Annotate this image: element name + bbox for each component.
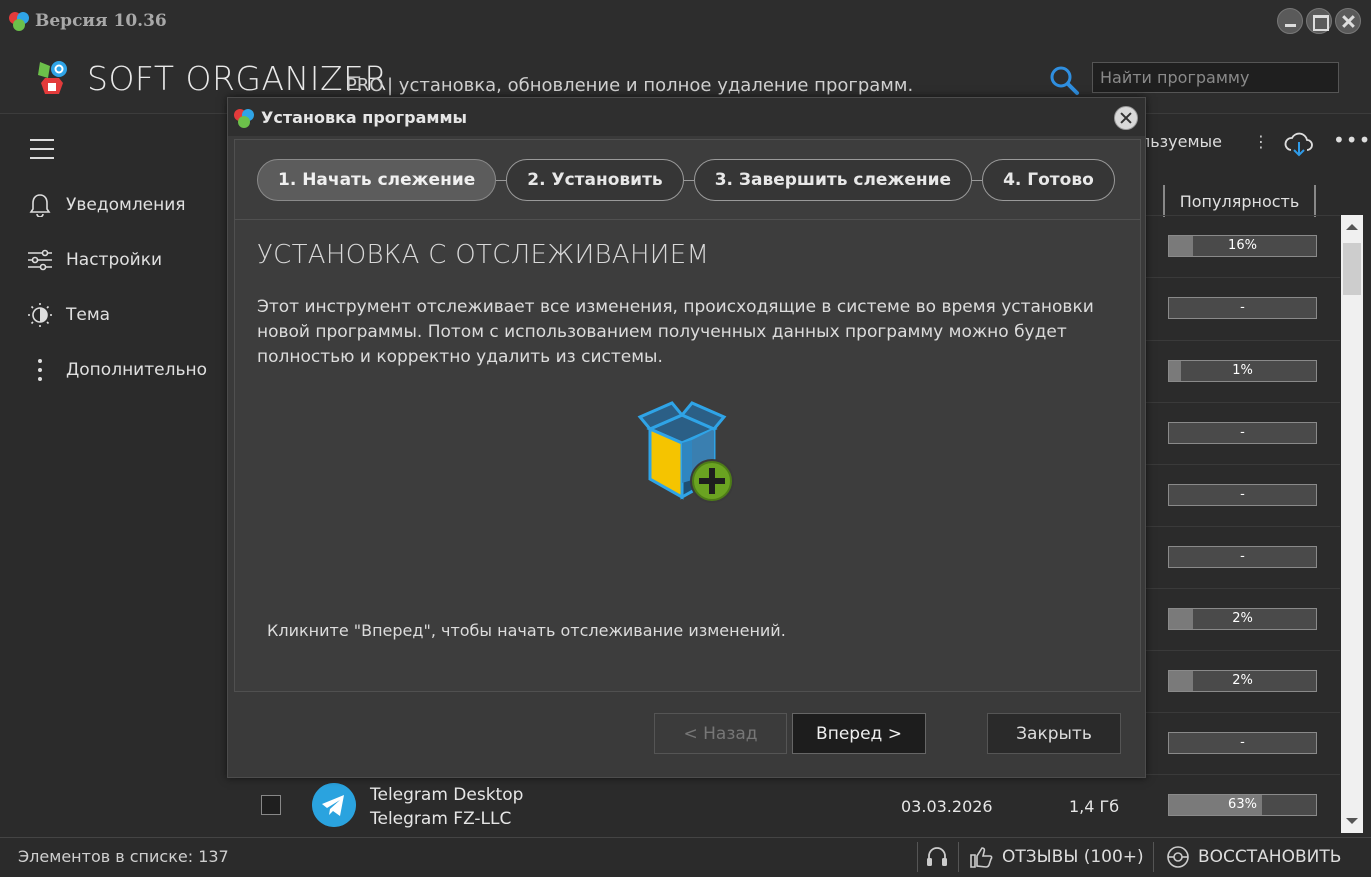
wizard-step: 2. Установить bbox=[506, 159, 695, 201]
sidebar-item-label: Тема bbox=[66, 305, 111, 325]
bell-icon bbox=[25, 190, 55, 220]
popularity-bar: 1% bbox=[1168, 360, 1317, 382]
items-count: Элементов в списке: 137 bbox=[18, 847, 229, 866]
scroll-up-arrow-icon[interactable] bbox=[1346, 224, 1358, 230]
dialog-title: Установка программы bbox=[261, 108, 468, 127]
sidebar-item-label: Настройки bbox=[66, 250, 163, 270]
restore-icon bbox=[1167, 846, 1189, 868]
popularity-bar: - bbox=[1168, 484, 1317, 506]
window-titlebar: Версия 10.36 bbox=[0, 0, 1371, 42]
app-name: SOFT ORGANIZER bbox=[87, 59, 388, 98]
program-publisher: Telegram FZ-LLC bbox=[370, 809, 512, 829]
scrollbar-thumb[interactable] bbox=[1343, 243, 1361, 295]
cloud-download-icon[interactable] bbox=[1283, 130, 1315, 158]
popularity-bar: - bbox=[1168, 546, 1317, 568]
thumbs-up-icon bbox=[970, 847, 993, 868]
soft-organizer-logo-icon bbox=[38, 61, 67, 94]
sidebar-item-notifications[interactable]: Уведомления bbox=[25, 190, 186, 220]
reviews-label: ОТЗЫВЫ (100+) bbox=[1002, 847, 1144, 867]
popularity-value: 1% bbox=[1232, 363, 1253, 378]
row-checkbox[interactable] bbox=[261, 795, 281, 815]
status-bar: Элементов в списке: 137 ОТЗЫВЫ (100+) ВО… bbox=[0, 837, 1371, 877]
table-row[interactable]: Telegram Desktop Telegram FZ-LLC 03.03.2… bbox=[230, 778, 1340, 833]
sliders-icon bbox=[25, 245, 55, 275]
dialog-heading: УСТАНОВКА С ОТСЛЕЖИВАНИЕМ bbox=[257, 240, 710, 270]
sidebar: Уведомления Настройки Тема Дополнительно bbox=[0, 115, 230, 837]
dialog-logo-icon bbox=[234, 109, 254, 128]
popularity-bar-fill bbox=[1169, 236, 1193, 256]
popularity-value: 2% bbox=[1232, 611, 1253, 626]
popularity-value: - bbox=[1240, 300, 1245, 315]
filter-label[interactable]: льзуемые bbox=[1140, 132, 1222, 151]
popularity-value: 2% bbox=[1232, 673, 1253, 688]
telegram-icon bbox=[312, 783, 356, 827]
minimize-button[interactable] bbox=[1277, 8, 1303, 34]
dialog-close-icon[interactable] bbox=[1114, 106, 1138, 130]
search-icon[interactable] bbox=[1047, 63, 1081, 97]
back-button[interactable]: < Назад bbox=[654, 713, 787, 754]
wizard-step: 1. Начать слежение bbox=[257, 159, 507, 201]
wizard-step: 4. Готово bbox=[982, 159, 1115, 201]
search-input[interactable] bbox=[1092, 62, 1339, 93]
more-horizontal-icon[interactable]: ••• bbox=[1333, 128, 1371, 152]
version-label: Версия 10.36 bbox=[35, 11, 167, 31]
close-window-button[interactable] bbox=[1335, 8, 1361, 34]
dialog-content: 1. Начать слежение 2. Установить 3. Заверш… bbox=[234, 139, 1141, 692]
popularity-bar: 2% bbox=[1168, 608, 1317, 630]
headset-icon[interactable] bbox=[925, 845, 949, 869]
reviews-button[interactable]: ОТЗЫВЫ (100+) bbox=[968, 842, 1144, 872]
more-vertical-icon bbox=[25, 355, 55, 385]
pro-label: PRO bbox=[346, 75, 384, 96]
sidebar-item-theme[interactable]: Тема bbox=[25, 300, 110, 330]
restore-button[interactable]: ВОССТАНОВИТЬ bbox=[1165, 842, 1341, 872]
wizard-step: 3. Завершить слежение bbox=[693, 159, 983, 201]
restore-label: ВОССТАНОВИТЬ bbox=[1198, 847, 1342, 867]
theme-icon bbox=[25, 300, 55, 330]
app-tagline: | установка, обновление и полное удалени… bbox=[387, 75, 914, 96]
popularity-value: - bbox=[1240, 549, 1245, 564]
program-size: 1,4 Гб bbox=[1069, 797, 1120, 816]
sidebar-item-label: Дополнительно bbox=[66, 360, 207, 380]
popularity-value: - bbox=[1240, 487, 1245, 502]
popularity-bar-fill bbox=[1169, 671, 1193, 691]
popularity-bar-fill bbox=[1169, 361, 1181, 381]
install-dialog: Установка программы 1. Начать слежение 2.… bbox=[227, 97, 1146, 778]
popularity-value: - bbox=[1240, 735, 1245, 750]
sidebar-item-more[interactable]: Дополнительно bbox=[25, 355, 207, 385]
install-date: 03.03.2026 bbox=[901, 797, 993, 816]
popularity-bar: - bbox=[1168, 422, 1317, 444]
column-header-popularity[interactable]: Популярность bbox=[1163, 185, 1316, 217]
dialog-hint: Кликните "Вперед", чтобы начать отслежив… bbox=[267, 621, 786, 640]
sidebar-item-settings[interactable]: Настройки bbox=[25, 245, 162, 275]
list-scrollbar[interactable] bbox=[1341, 215, 1363, 833]
menu-icon[interactable] bbox=[30, 139, 54, 159]
popularity-bar: - bbox=[1168, 297, 1317, 319]
popularity-value: 16% bbox=[1228, 238, 1257, 253]
popularity-value: - bbox=[1240, 425, 1245, 440]
maximize-button[interactable] bbox=[1306, 8, 1332, 34]
filter-menu-icon[interactable]: ⋮ bbox=[1253, 132, 1269, 151]
popularity-bar: 16% bbox=[1168, 235, 1317, 257]
list-toolbar: льзуемые ⋮ ••• bbox=[1140, 128, 1370, 157]
next-button[interactable]: Вперед > bbox=[792, 713, 926, 754]
dialog-description: Этот инструмент отслеживает все изменени… bbox=[257, 297, 1094, 367]
dialog-titlebar: Установка программы bbox=[228, 98, 1145, 136]
scroll-down-arrow-icon[interactable] bbox=[1346, 818, 1358, 824]
popularity-bar: 2% bbox=[1168, 670, 1317, 692]
close-button[interactable]: Закрыть bbox=[987, 713, 1121, 754]
popularity-bar-fill bbox=[1169, 609, 1193, 629]
popularity-bar: - bbox=[1168, 732, 1317, 754]
program-name: Telegram Desktop bbox=[370, 785, 524, 805]
app-logo-icon bbox=[9, 12, 29, 31]
install-box-icon bbox=[637, 401, 734, 503]
wizard-steps: 1. Начать слежение 2. Установить 3. Заверш… bbox=[257, 159, 1125, 201]
sidebar-item-label: Уведомления bbox=[66, 195, 186, 215]
